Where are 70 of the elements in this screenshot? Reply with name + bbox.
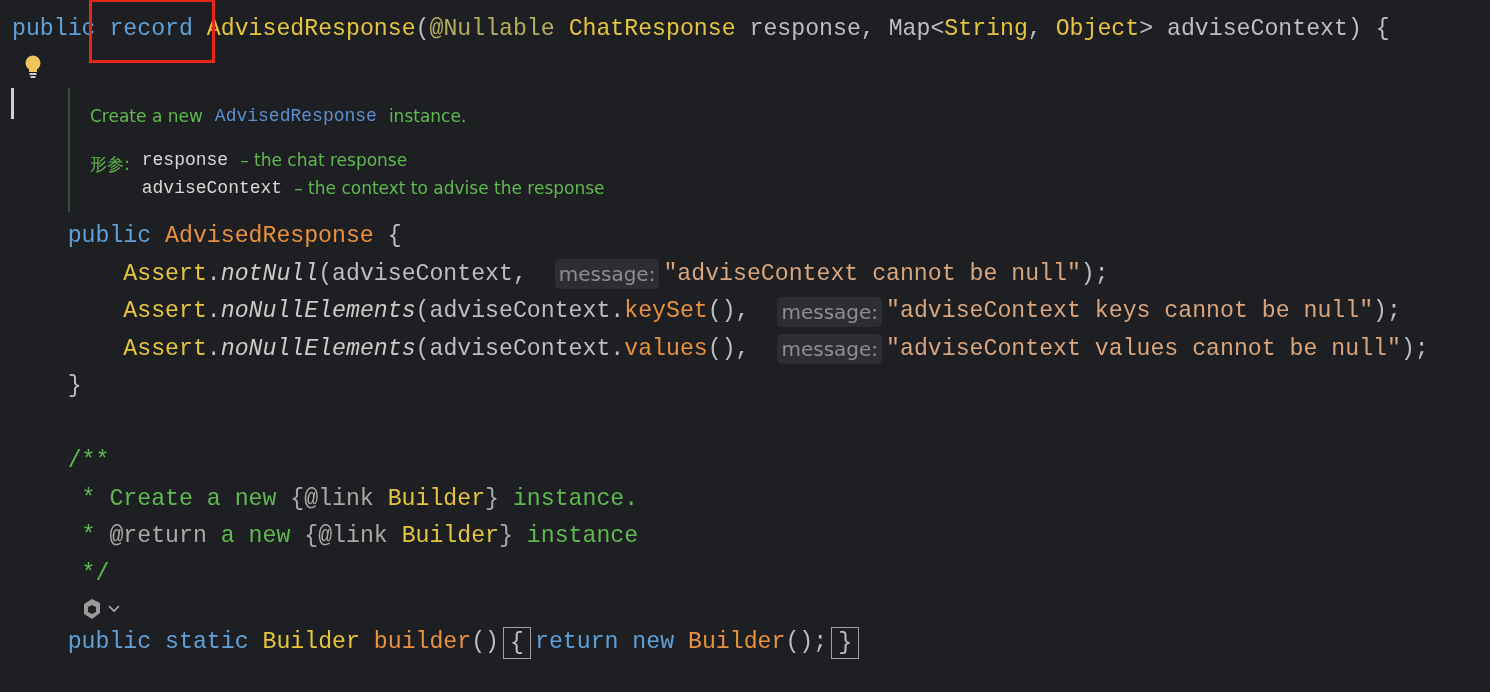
method-name: builder	[373, 628, 472, 657]
code-text: response, Map<	[748, 15, 945, 44]
code-text: ();	[785, 628, 828, 657]
comment-text: * Create a new	[80, 484, 278, 514]
folded-brace[interactable]: }	[831, 626, 860, 659]
type-name: Assert	[122, 259, 207, 289]
method-name: Builder	[688, 628, 786, 657]
comment-text: /**	[66, 447, 110, 476]
parameter-hint: message:	[777, 334, 883, 365]
code-text: );	[1080, 259, 1109, 289]
type-name: Builder	[262, 628, 361, 657]
keyword: record	[109, 16, 193, 42]
param-description: – the context to advise the response	[294, 178, 605, 198]
param-name: adviseContext	[141, 178, 283, 198]
code-text: > adviseContext) {	[1139, 15, 1390, 44]
annotation: @Nullable	[429, 15, 556, 44]
comment-tag: {@link	[290, 480, 388, 518]
text-cursor	[11, 88, 14, 119]
lightbulb-icon[interactable]	[24, 55, 42, 80]
comment-tag: @return	[109, 518, 207, 556]
keyword: return new	[534, 628, 676, 657]
method-name: AdvisedResponse	[165, 222, 374, 251]
code-text: .	[206, 259, 221, 289]
code-text: (adviseContext.	[415, 334, 625, 364]
comment-tag: {@link	[304, 518, 402, 556]
type-name: Builder	[401, 522, 500, 551]
code-text: (	[415, 15, 430, 44]
code-text: (),	[707, 334, 751, 364]
comment-text: *	[80, 522, 97, 551]
method-name: values	[624, 334, 708, 364]
doc-summary: Create a new AdvisedResponse instance.	[90, 106, 468, 126]
string-literal: "adviseContext cannot be null"	[663, 259, 1081, 289]
params-label: 形参:	[90, 153, 130, 176]
comment-text: instance.	[511, 484, 639, 514]
chevron-down-icon[interactable]	[108, 604, 120, 613]
code-text: {	[386, 222, 402, 251]
parameter-hint: message:	[554, 259, 660, 290]
comment-tag: }	[485, 480, 500, 518]
comment-tag: }	[499, 518, 513, 556]
code-text: );	[1373, 297, 1401, 326]
type-name: ChatResponse	[568, 15, 736, 44]
method-call: noNullElements	[220, 297, 416, 326]
keyword: public static	[66, 628, 250, 657]
method-call: noNullElements	[220, 334, 416, 364]
code-text: ,	[1027, 15, 1043, 44]
code-text: (adviseContext.	[415, 297, 625, 326]
code-text: );	[1400, 334, 1429, 364]
code-text: }	[66, 372, 82, 401]
type-name: Builder	[387, 484, 486, 514]
comment-text: instance	[525, 522, 639, 551]
string-literal: "adviseContext values cannot be null"	[886, 334, 1401, 364]
comment-text: */	[80, 559, 110, 589]
code-text: .	[206, 334, 221, 364]
param-description: – the chat response	[240, 150, 408, 170]
keyword: public	[66, 222, 153, 251]
comment-text: a new	[219, 522, 292, 551]
folded-brace[interactable]: {	[503, 626, 531, 659]
method-name: keySet	[624, 297, 708, 326]
type-name: Object	[1055, 15, 1140, 44]
code-text: ()	[471, 628, 500, 657]
parameter-hint: message:	[777, 296, 883, 327]
type-name: Assert	[122, 334, 207, 364]
type-name: String	[944, 15, 1028, 44]
method-call: notNull	[220, 259, 319, 289]
type-name: Assert	[122, 297, 207, 326]
code-text: (adviseContext,	[318, 259, 528, 289]
code-text: .	[206, 297, 221, 326]
param-name: response	[141, 150, 229, 170]
string-literal: "adviseContext keys cannot be null"	[886, 297, 1374, 326]
code-text: (),	[707, 297, 751, 326]
